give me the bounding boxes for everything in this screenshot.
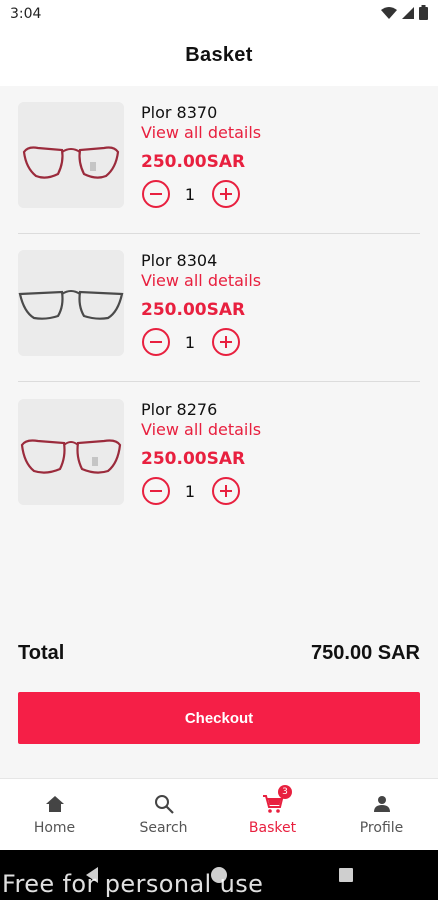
quantity-value: 1 xyxy=(184,482,196,501)
nav-label-profile: Profile xyxy=(359,820,404,836)
nav-label-home: Home xyxy=(33,820,76,836)
page-title: Basket xyxy=(185,44,253,66)
recents-icon[interactable] xyxy=(338,867,354,883)
basket-count-badge: 3 xyxy=(278,785,292,799)
decrease-quantity-button[interactable] xyxy=(142,328,170,356)
status-time: 3:04 xyxy=(10,6,42,22)
decrease-quantity-button[interactable] xyxy=(142,180,170,208)
basket-item: Plor 8370 View all details 250.00SAR 1 xyxy=(0,86,438,234)
nav-item-profile[interactable]: Profile xyxy=(327,779,436,851)
view-details-link[interactable]: View all details xyxy=(141,271,261,290)
increase-quantity-button[interactable] xyxy=(212,477,240,505)
view-details-link[interactable]: View all details xyxy=(141,420,261,439)
minus-icon xyxy=(150,341,162,343)
total-value: 750.00 SAR xyxy=(311,642,420,664)
wifi-icon xyxy=(381,6,397,19)
checkout-button[interactable]: Checkout xyxy=(18,692,420,744)
nav-item-basket[interactable]: 3 Basket xyxy=(218,779,327,851)
battery-icon xyxy=(419,5,428,20)
basket-list: Plor 8370 View all details 250.00SAR 1 P… xyxy=(0,86,438,778)
signal-icon xyxy=(402,6,414,19)
product-price: 250.00SAR xyxy=(141,152,246,172)
nav-label-basket: Basket xyxy=(248,820,297,836)
app-header: Basket xyxy=(0,28,438,86)
glasses-image xyxy=(18,102,124,208)
product-price: 250.00SAR xyxy=(141,449,246,469)
quantity-value: 1 xyxy=(184,185,196,204)
minus-icon xyxy=(150,193,162,195)
search-icon xyxy=(155,795,174,814)
product-image[interactable] xyxy=(18,399,124,505)
divider xyxy=(18,381,420,382)
watermark: Free for personal use xyxy=(2,870,264,898)
basket-item: Plor 8304 View all details 250.00SAR 1 xyxy=(0,234,438,382)
product-name: Plor 8276 xyxy=(141,400,218,419)
decrease-quantity-button[interactable] xyxy=(142,477,170,505)
product-name: Plor 8370 xyxy=(141,103,218,122)
basket-item: Plor 8276 View all details 250.00SAR 1 xyxy=(0,383,438,531)
quantity-value: 1 xyxy=(184,333,196,352)
home-icon xyxy=(46,796,64,812)
nav-item-home[interactable]: Home xyxy=(0,779,109,851)
nav-item-search[interactable]: Search xyxy=(109,779,218,851)
bottom-nav: Home Search 3 Basket Profile xyxy=(0,778,438,850)
status-bar: 3:04 xyxy=(0,0,438,28)
person-icon xyxy=(374,796,390,812)
increase-quantity-button[interactable] xyxy=(212,180,240,208)
increase-quantity-button[interactable] xyxy=(212,328,240,356)
view-details-link[interactable]: View all details xyxy=(141,123,261,142)
product-image[interactable] xyxy=(18,250,124,356)
status-icons xyxy=(381,5,428,20)
product-name: Plor 8304 xyxy=(141,251,218,270)
minus-icon xyxy=(150,490,162,492)
product-price: 250.00SAR xyxy=(141,300,246,320)
nav-label-search: Search xyxy=(139,820,188,836)
glasses-image xyxy=(18,250,124,356)
product-image[interactable] xyxy=(18,102,124,208)
glasses-image xyxy=(18,399,124,505)
total-label: Total xyxy=(18,642,65,664)
